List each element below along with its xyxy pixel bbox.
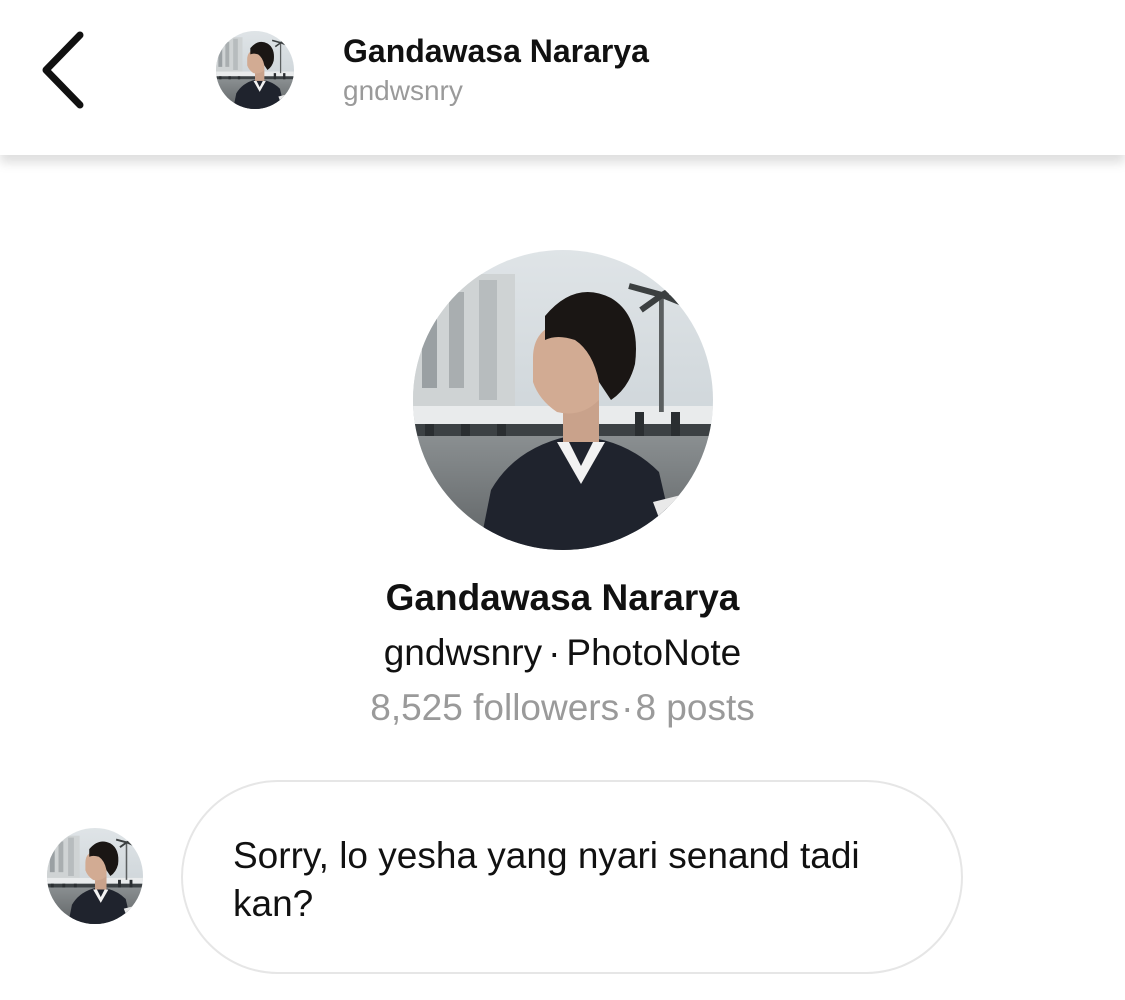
chevron-left-icon <box>42 31 84 109</box>
header-contact-name[interactable]: Gandawasa Nararya <box>343 33 649 70</box>
profile-app-name: PhotoNote <box>566 632 742 673</box>
followers-count: 8,525 followers <box>370 687 620 728</box>
chat-header: Gandawasa Nararya gndwsnry <box>0 0 1125 155</box>
profile-stats: 8,525 followers·8 posts <box>0 687 1125 729</box>
profile-name: Gandawasa Nararya <box>385 577 740 618</box>
message-bubble[interactable]: Sorry, lo yesha yang nyari senand tadi k… <box>181 780 963 974</box>
message-sender-avatar[interactable] <box>47 828 143 924</box>
profile-handle: gndwsnry <box>383 632 543 673</box>
header-contact-handle[interactable]: gndwsnry <box>343 75 463 107</box>
profile-avatar[interactable] <box>413 250 713 550</box>
posts-count: 8 posts <box>635 687 755 728</box>
back-button[interactable] <box>30 25 100 115</box>
message-text: Sorry, lo yesha yang nyari senand tadi k… <box>233 835 860 924</box>
profile-subtitle: gndwsnry · PhotoNote <box>0 632 1125 674</box>
separator-dot: · <box>548 632 561 673</box>
header-avatar[interactable] <box>216 31 294 109</box>
stats-separator-dot: · <box>621 687 634 728</box>
